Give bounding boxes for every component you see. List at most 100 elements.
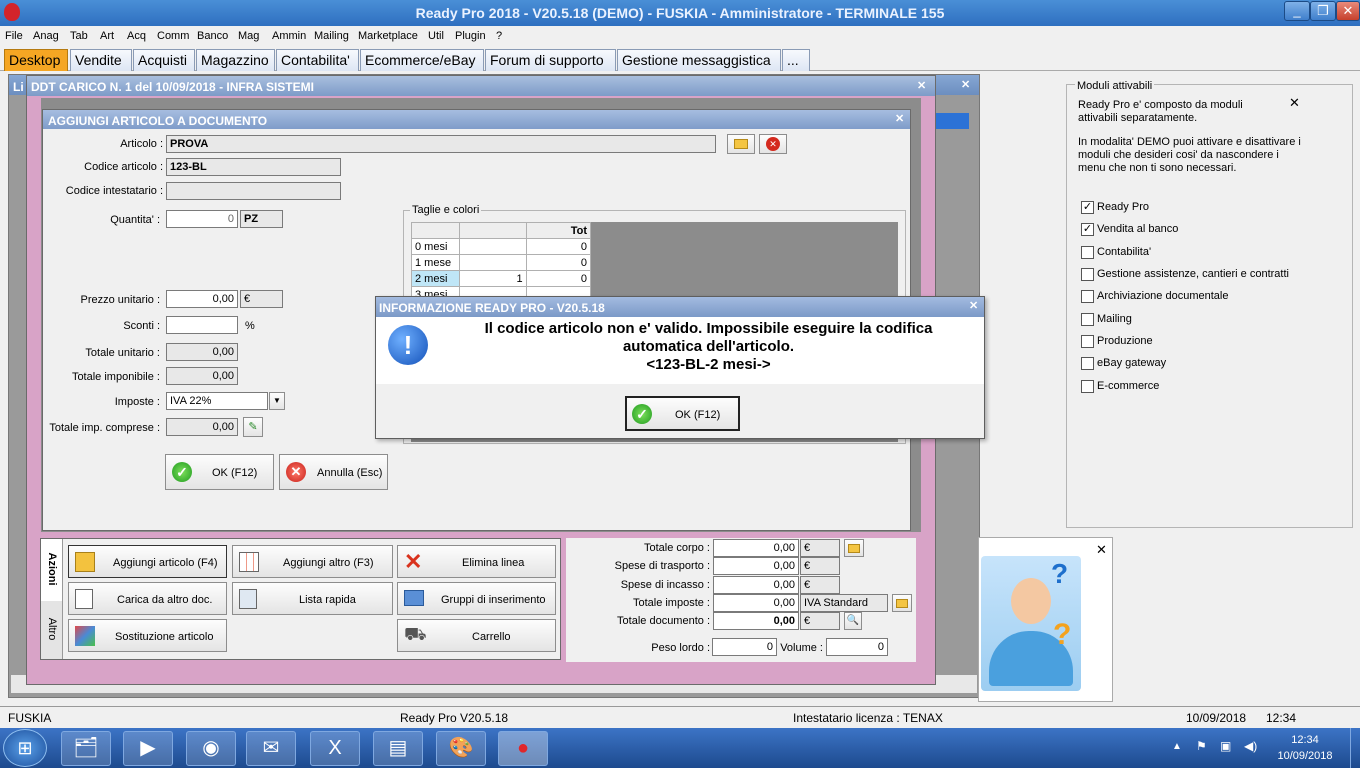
checkbox-ready-pro[interactable]: ✓ [1081, 201, 1094, 214]
menu-marketplace[interactable]: Marketplace [358, 30, 418, 42]
show-desktop-button[interactable] [1350, 728, 1360, 768]
checkbox-assistenze[interactable] [1081, 268, 1094, 281]
add-ok-button[interactable]: ✓ OK (F12) [165, 454, 274, 490]
imposte-dropdown-button[interactable]: ▼ [269, 392, 285, 410]
volume-field[interactable]: 0 [826, 638, 888, 656]
taskbar-mail[interactable]: ✉ [246, 731, 296, 766]
zoom-button[interactable]: 🔍 [844, 612, 862, 630]
tab-vendite[interactable]: Vendite [70, 49, 132, 71]
sostituzione-articolo-button[interactable]: Sostituzione articolo [68, 619, 227, 652]
add-cancel-button[interactable]: ✕ Annulla (Esc) [279, 454, 388, 490]
imposte-select[interactable]: IVA 22% [166, 392, 268, 410]
carrello-button[interactable]: ⛟ Carrello [397, 619, 556, 652]
tray-clock-date[interactable]: 10/09/2018 [1270, 750, 1340, 762]
table-row[interactable]: 2 mesi 1 0 [410, 270, 592, 287]
add-article-close-icon[interactable]: ✕ [895, 112, 904, 125]
clear-article-button[interactable]: ✕ [759, 134, 787, 154]
checkbox-ecommerce[interactable] [1081, 380, 1094, 393]
tab-more[interactable]: ... [782, 49, 810, 71]
totale-imposte-field: 0,00 [713, 594, 799, 612]
quantita-field[interactable]: 0 [166, 210, 238, 228]
taskbar-paint[interactable]: 🎨 [436, 731, 486, 766]
aggiungi-altro-button[interactable]: Aggiungi altro (F3) [232, 545, 393, 578]
checkbox-mailing[interactable] [1081, 313, 1094, 326]
menu-mailing[interactable]: Mailing [314, 30, 349, 42]
aggiungi-articolo-button[interactable]: Aggiungi articolo (F4) [68, 545, 227, 578]
info-ok-button[interactable]: ✓ OK (F12) [625, 396, 740, 431]
checkbox-archiviazione[interactable] [1081, 290, 1094, 303]
menu-ammin[interactable]: Ammin [272, 30, 306, 42]
spese-trasporto-field[interactable]: 0,00 [713, 557, 799, 575]
checkbox-vendita-banco[interactable]: ✓ [1081, 223, 1094, 236]
moduli-close-icon[interactable]: ✕ [1289, 95, 1300, 111]
codice-field[interactable]: 123-BL [166, 158, 341, 176]
gruppi-inserimento-button[interactable]: Gruppi di inserimento [397, 582, 556, 615]
menu-acq[interactable]: Acq [127, 30, 146, 42]
menu-comm[interactable]: Comm [157, 30, 189, 42]
taskbar-winrar[interactable]: ▤ [373, 731, 423, 766]
totale-corpo-folder-button[interactable] [844, 539, 864, 557]
help-close-icon[interactable]: ✕ [1096, 542, 1107, 558]
taskbar-chrome[interactable]: ◉ [186, 731, 236, 766]
tab-desktop[interactable]: Desktop [4, 49, 68, 71]
tray-clock-time[interactable]: 12:34 [1280, 734, 1330, 746]
tray-volume-icon[interactable]: ◀) [1244, 739, 1257, 753]
tab-altro[interactable]: Altro [41, 601, 63, 659]
elimina-linea-button[interactable]: ✕ Elimina linea [397, 545, 556, 578]
tab-azioni[interactable]: Azioni [41, 539, 63, 601]
articolo-field[interactable]: PROVA [166, 135, 716, 153]
info-close-icon[interactable]: ✕ [969, 299, 978, 312]
media-player-icon: ▶ [140, 737, 156, 759]
taskbar-media-player[interactable]: ▶ [123, 731, 173, 766]
menu-plugin[interactable]: Plugin [455, 30, 486, 42]
menu-tab[interactable]: Tab [70, 30, 88, 42]
carica-altro-doc-button[interactable]: Carica da altro doc. [68, 582, 227, 615]
taskbar-readypro[interactable]: ● [498, 731, 548, 766]
sconti-field[interactable] [166, 316, 238, 334]
menu-help[interactable]: ? [496, 30, 502, 42]
help-avatar-icon[interactable]: ? ? [981, 556, 1081, 691]
close-button[interactable]: ✕ [1336, 1, 1360, 21]
maximize-button[interactable]: ❐ [1310, 1, 1336, 21]
tray-network-icon[interactable]: ▣ [1220, 739, 1231, 753]
checkbox-ebay-label: eBay gateway [1097, 357, 1167, 369]
grid-row-value[interactable]: 1 [459, 270, 527, 287]
checkbox-contabilita[interactable] [1081, 246, 1094, 259]
tab-magazzino[interactable]: Magazzino [196, 49, 275, 71]
imposte-folder-button[interactable] [892, 594, 912, 612]
tab-ecommerce[interactable]: Ecommerce/eBay [360, 49, 484, 71]
background-close-icon[interactable]: ✕ [961, 78, 970, 91]
tab-forum[interactable]: Forum di supporto [485, 49, 616, 71]
checkbox-produzione[interactable] [1081, 335, 1094, 348]
menu-anag[interactable]: Anag [33, 30, 59, 42]
tray-flag-icon[interactable]: ⚑ [1196, 739, 1207, 753]
lista-rapida-button[interactable]: Lista rapida [232, 582, 393, 615]
prezzo-field[interactable]: 0,00 [166, 290, 238, 308]
menu-mag[interactable]: Mag [238, 30, 259, 42]
tray-show-hidden-icon[interactable]: ▲ [1172, 741, 1182, 752]
taskbar-excel[interactable]: X [310, 731, 360, 766]
start-button[interactable]: ⊞ [3, 729, 47, 767]
tab-messaggistica[interactable]: Gestione messaggistica [617, 49, 781, 71]
folder-button[interactable] [727, 134, 755, 154]
table-row[interactable]: 1 mese 0 [410, 254, 592, 271]
taskbar-explorer[interactable]: 🗂 [61, 731, 111, 766]
taglie-grid[interactable]: Tot 0 mesi 0 1 mese 0 2 mesi 1 0 3 mesi [410, 222, 592, 303]
tab-acquisti[interactable]: Acquisti [133, 49, 195, 71]
menu-file[interactable]: File [5, 30, 23, 42]
codice-intestatario-field[interactable] [166, 182, 341, 200]
spese-incasso-field[interactable]: 0,00 [713, 576, 799, 594]
menu-util[interactable]: Util [428, 30, 444, 42]
checkbox-ebay[interactable] [1081, 357, 1094, 370]
minimize-button[interactable]: _ [1284, 1, 1310, 21]
ddt-close-icon[interactable]: ✕ [917, 79, 926, 92]
edit-total-button[interactable]: ✎ [243, 417, 263, 437]
menu-banco[interactable]: Banco [197, 30, 228, 42]
menu-art[interactable]: Art [100, 30, 114, 42]
grid-row-value[interactable] [459, 238, 527, 255]
tab-contabilita[interactable]: Contabilita' [276, 49, 359, 71]
carica-altro-doc-label: Carica da altro doc. [117, 594, 213, 606]
totale-documento-label: Totale documento : [617, 615, 710, 627]
table-row[interactable]: 0 mesi 0 [410, 238, 592, 255]
grid-row-value[interactable] [459, 254, 527, 271]
